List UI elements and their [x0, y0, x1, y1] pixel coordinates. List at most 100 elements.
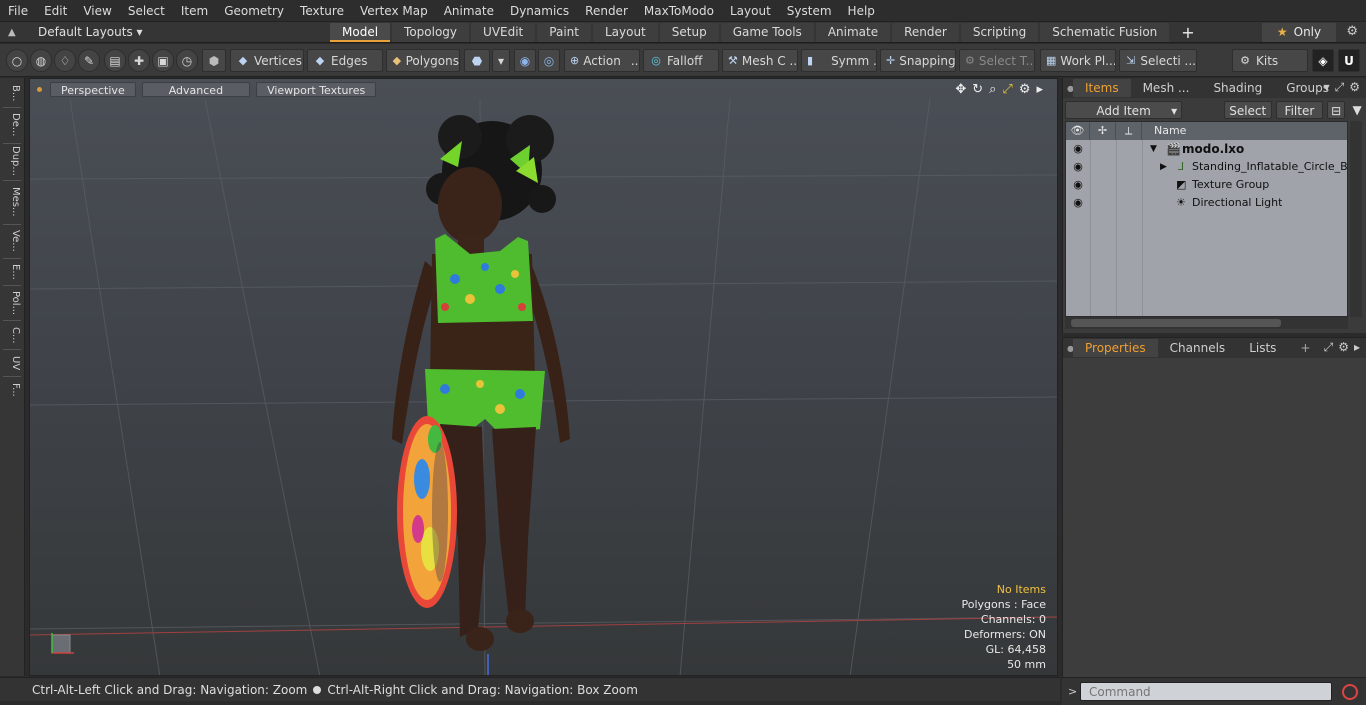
eye-icon[interactable]: ◉	[1071, 140, 1085, 158]
gear-icon[interactable]: ⚙	[1346, 24, 1358, 39]
chevron-down-icon[interactable]: ▾	[1324, 80, 1330, 95]
vertices-button[interactable]: ◆ Vertices	[230, 49, 304, 72]
vtab-vertex[interactable]: Ve...	[3, 227, 21, 255]
unity-button[interactable]: ◈	[1312, 49, 1334, 72]
eye-icon[interactable]: ◉	[1071, 176, 1085, 194]
item-row-mesh[interactable]: ◉ ▶ ⅃ Standing_Inflatable_Circle_Bl ...	[1066, 158, 1348, 176]
tab-properties[interactable]: Properties	[1073, 339, 1158, 357]
menu-view[interactable]: View	[75, 0, 119, 22]
rotate-icon[interactable]: ↻	[972, 82, 983, 97]
vtab-uv[interactable]: UV	[3, 352, 21, 374]
zoom-icon[interactable]: ⌕	[989, 82, 996, 97]
edges-button[interactable]: ◆ Edges	[307, 49, 383, 72]
advanced-button[interactable]: Advanced	[141, 81, 251, 97]
menu-maxtomodo[interactable]: MaxToModo	[636, 0, 722, 22]
item-row-texture-group[interactable]: ◉ ◩ Texture Group	[1066, 176, 1347, 194]
item-list-vscrollbar[interactable]	[1350, 121, 1362, 317]
character-model[interactable]	[30, 79, 1058, 676]
tab-scripting[interactable]: Scripting	[960, 22, 1039, 42]
vtab-polygon[interactable]: Pol...	[3, 288, 21, 318]
tab-animate[interactable]: Animate	[815, 22, 891, 42]
menu-edit[interactable]: Edit	[36, 0, 75, 22]
vtab-edge[interactable]: E...	[3, 261, 21, 283]
select-button[interactable]: Select	[1223, 101, 1272, 119]
clock-button[interactable]: ◷	[176, 49, 198, 72]
select-circle-button[interactable]: ○	[6, 49, 28, 72]
menu-system[interactable]: System	[779, 0, 840, 22]
menu-layout[interactable]: Layout	[722, 0, 779, 22]
center-button[interactable]: ✚	[128, 49, 150, 72]
material-mode-button[interactable]: ⬣	[464, 49, 490, 72]
perspective-button[interactable]: Perspective	[50, 81, 136, 97]
select-through-button[interactable]: ⚙ Select T...	[959, 49, 1035, 72]
tab-layout[interactable]: Layout	[592, 22, 658, 42]
render-column-icon[interactable]: ⟂	[1116, 122, 1142, 140]
work-plane-button[interactable]: ▦ Work Pl...	[1040, 49, 1116, 72]
menu-help[interactable]: Help	[840, 0, 883, 22]
panel-dot-icon[interactable]: ●	[1063, 84, 1074, 93]
funnel-icon[interactable]: ▼	[1349, 103, 1365, 117]
viewport-menu-dot[interactable]	[37, 86, 42, 92]
symmetry-b-button[interactable]: ◎	[538, 49, 560, 72]
layouts-selector[interactable]: ▲ Default Layouts ▾	[0, 25, 330, 39]
command-input[interactable]	[1080, 682, 1332, 701]
vtab-curve[interactable]: C...	[3, 323, 21, 347]
maximize-icon[interactable]: ⤢	[1335, 80, 1345, 95]
collapse-button[interactable]: ⊟	[1327, 101, 1346, 119]
tab-topology[interactable]: Topology	[392, 22, 470, 42]
tab-model[interactable]: Model	[330, 22, 391, 42]
vtab-fusion[interactable]: F...	[3, 378, 21, 402]
add-tab-icon[interactable]: +	[1288, 339, 1322, 357]
symmetry-a-button[interactable]: ◉	[514, 49, 536, 72]
tab-uvedit[interactable]: UVEdit	[471, 22, 536, 42]
menu-file[interactable]: File	[0, 0, 36, 22]
menu-item[interactable]: Item	[173, 0, 216, 22]
panel-gear-icon[interactable]: ⚙	[1349, 80, 1360, 95]
scroll-thumb[interactable]	[1071, 319, 1281, 327]
brush-button[interactable]: ✎	[78, 49, 100, 72]
eye-icon[interactable]: ◉	[1071, 158, 1085, 176]
only-toggle[interactable]: ★ Only	[1262, 23, 1336, 42]
action-center-button[interactable]: ⊕Action...	[564, 49, 640, 72]
menu-dynamics[interactable]: Dynamics	[502, 0, 577, 22]
filter-button[interactable]: Filter	[1275, 101, 1324, 119]
mode-dropdown-button[interactable]: ▾	[492, 49, 510, 72]
lasso-button[interactable]: ♢	[54, 49, 76, 72]
add-item-button[interactable]: Add Item ▾	[1065, 101, 1183, 119]
tab-paint[interactable]: Paint	[537, 22, 591, 42]
tab-items[interactable]: Items	[1073, 79, 1131, 97]
box-button[interactable]: ▣	[152, 49, 174, 72]
visibility-column-icon[interactable]: 👁	[1066, 122, 1090, 140]
vtab-mesh-edit[interactable]: Mes...	[3, 183, 21, 221]
item-row-directional-light[interactable]: ◉ ☀ Directional Light	[1066, 194, 1347, 212]
expand-arrow-icon[interactable]: ▸	[1354, 340, 1360, 355]
item-list-hscrollbar[interactable]	[1065, 317, 1348, 329]
panel-gear-icon[interactable]: ⚙	[1338, 340, 1349, 355]
record-macro-icon[interactable]	[1342, 684, 1358, 700]
menu-vertex-map[interactable]: Vertex Map	[352, 0, 436, 22]
falloff-button[interactable]: ◎ Falloff	[643, 49, 719, 72]
mesh-constraint-button[interactable]: ⚒ Mesh C ...	[722, 49, 798, 72]
expand-arrow-icon[interactable]: ▼	[1150, 140, 1157, 158]
viewport-textures-button[interactable]: Viewport Textures	[256, 81, 377, 97]
tab-setup[interactable]: Setup	[659, 22, 719, 42]
lock-column-icon[interactable]: ✢	[1090, 122, 1116, 140]
name-column-header[interactable]: Name	[1154, 122, 1186, 140]
kits-button[interactable]: ⚙ Kits	[1232, 49, 1308, 72]
vtab-basic[interactable]: B...	[3, 82, 21, 104]
menu-geometry[interactable]: Geometry	[216, 0, 292, 22]
vtab-deform[interactable]: De...	[3, 110, 21, 140]
snapping-button[interactable]: ✛ Snapping	[880, 49, 956, 72]
chevron-right-icon[interactable]: >	[1068, 685, 1077, 698]
viewport-gear-icon[interactable]: ⚙	[1019, 82, 1031, 97]
menu-select[interactable]: Select	[120, 0, 173, 22]
maximize-icon[interactable]: ⤢	[1324, 340, 1334, 355]
menu-animate[interactable]: Animate	[436, 0, 502, 22]
align-button[interactable]: ▤	[104, 49, 126, 72]
vtab-duplicate[interactable]: Dup...	[3, 146, 21, 176]
item-row-scene[interactable]: ◉ ▼ 🎬 modo.lxo	[1066, 140, 1347, 158]
tab-channels[interactable]: Channels	[1158, 339, 1238, 357]
eye-icon[interactable]: ◉	[1071, 194, 1085, 212]
globe-button[interactable]: ◍	[30, 49, 52, 72]
menu-render[interactable]: Render	[577, 0, 636, 22]
